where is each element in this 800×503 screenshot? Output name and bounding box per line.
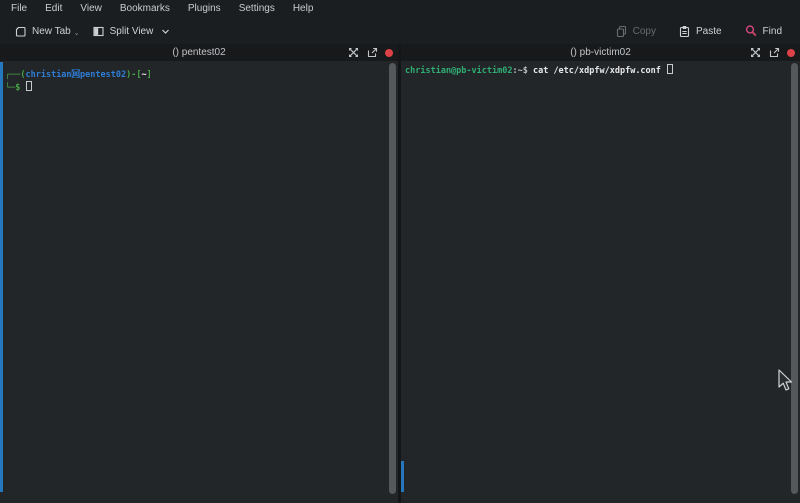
close-view-button[interactable]: [787, 49, 795, 57]
prompt-symbol: └─$: [5, 83, 20, 93]
maximize-view-icon[interactable]: [348, 47, 359, 58]
paste-label: Paste: [696, 26, 722, 37]
terminal-pentest02[interactable]: ┌──(christian㉏pentest02)-[~]└─$: [0, 61, 398, 503]
new-tab-label: New Tab: [32, 26, 71, 37]
space: [20, 83, 25, 93]
paste-button[interactable]: Paste: [672, 22, 728, 41]
menu-view[interactable]: View: [71, 0, 111, 18]
terminal-cursor: [667, 64, 673, 74]
toolbar-right-group: Copy Paste Find: [609, 21, 792, 41]
detach-view-icon[interactable]: [768, 47, 780, 59]
menu-edit[interactable]: Edit: [36, 0, 71, 18]
scrollbar-thumb-left[interactable]: [389, 63, 396, 494]
prompt-decor: ]: [147, 70, 152, 80]
close-view-button[interactable]: [385, 49, 393, 57]
paste-icon: [678, 25, 691, 38]
prompt-decor: ┌──(: [5, 70, 25, 80]
prompt-decor: )-[: [126, 70, 141, 80]
terminal-cursor: [26, 81, 32, 91]
terminal-output-right: christian@pb-victim02:~$ cat /etc/xdpfw/…: [401, 61, 800, 77]
space: [661, 66, 666, 76]
scroll-highlight-bar: [0, 62, 3, 492]
split-view-label: Split View: [110, 26, 154, 37]
main-toolbar: New Tab ⌄ Split View Copy: [0, 18, 800, 44]
find-icon: [744, 24, 758, 38]
prompt-userhost: christian㉏pentest02: [25, 70, 126, 80]
new-tab-button[interactable]: New Tab ⌄: [8, 22, 86, 41]
pane-pentest02: () pentest02: [0, 44, 398, 503]
menu-plugins[interactable]: Plugins: [179, 0, 230, 18]
split-view-button[interactable]: Split View: [86, 22, 177, 41]
prompt-symbol: $: [523, 66, 533, 76]
scroll-highlight-bar: [401, 461, 404, 492]
menu-settings[interactable]: Settings: [230, 0, 284, 18]
pane-header-icons-right: [750, 44, 795, 61]
command-text: cat /etc/xdpfw/xdpfw.conf: [533, 66, 661, 76]
copy-icon: [615, 25, 628, 38]
maximize-view-icon[interactable]: [750, 47, 761, 58]
new-tab-caret-icon: ⌄: [74, 30, 80, 38]
pane-header-pentest02[interactable]: () pentest02: [0, 44, 398, 61]
pane-header-pb-victim02[interactable]: () pb-victim02: [401, 44, 800, 61]
menu-bar: File Edit View Bookmarks Plugins Setting…: [0, 0, 800, 18]
find-label: Find: [763, 26, 782, 37]
terminal-output-left: ┌──(christian㉏pentest02)-[~]└─$: [0, 61, 398, 94]
menu-file[interactable]: File: [2, 0, 36, 18]
split-view-chevron-down-icon: [161, 27, 170, 36]
copy-label: Copy: [633, 26, 656, 37]
pane-title-pb-victim02: () pb-victim02: [570, 47, 631, 58]
new-tab-icon: [14, 25, 27, 38]
copy-button[interactable]: Copy: [609, 22, 662, 41]
pane-pb-victim02: () pb-victim02: [401, 44, 800, 503]
menu-bookmarks[interactable]: Bookmarks: [111, 0, 179, 18]
scrollbar-thumb-right[interactable]: [791, 63, 798, 494]
split-container: () pentest02: [0, 44, 800, 503]
terminal-pb-victim02[interactable]: christian@pb-victim02:~$ cat /etc/xdpfw/…: [401, 61, 800, 503]
split-view-icon: [92, 25, 105, 38]
konsole-window: File Edit View Bookmarks Plugins Setting…: [0, 0, 800, 503]
pane-header-icons-left: [348, 44, 393, 61]
menu-help[interactable]: Help: [284, 0, 323, 18]
pane-title-pentest02: () pentest02: [172, 47, 225, 58]
find-button[interactable]: Find: [738, 21, 788, 41]
prompt-userhost: christian@pb-victim02: [405, 66, 512, 76]
detach-view-icon[interactable]: [366, 47, 378, 59]
